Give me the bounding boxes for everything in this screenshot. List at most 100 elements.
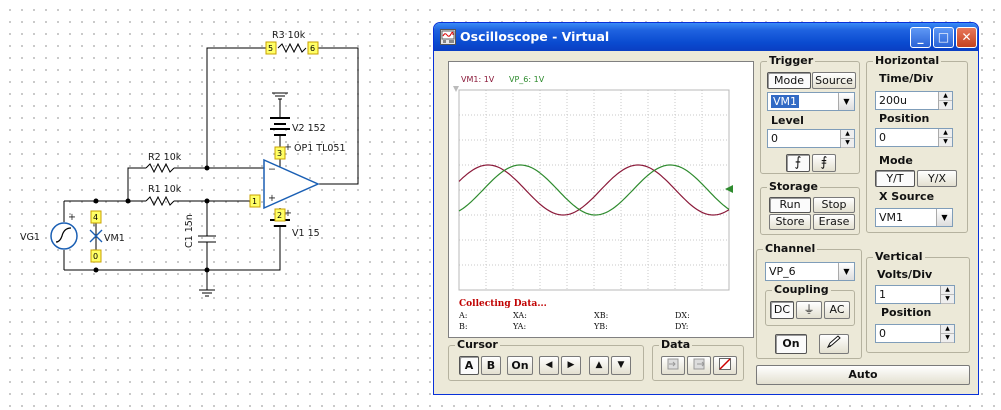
- v-position-input[interactable]: 0 ▲ ▼: [875, 324, 955, 343]
- cursor-right-button[interactable]: ▶: [561, 356, 581, 375]
- scope-screen[interactable]: VM1: 1V VP_6: 1V Collecting Data... A: B…: [448, 61, 754, 338]
- channel-select[interactable]: VP_6 ▼: [765, 262, 855, 281]
- label-r3: R3 10k: [272, 30, 306, 41]
- mode-yx-button[interactable]: Y/X: [917, 170, 957, 187]
- trigger-source-button[interactable]: Source: [812, 72, 856, 89]
- rising-edge-icon: ⨍: [794, 155, 802, 170]
- trigger-title: Trigger: [767, 54, 816, 67]
- trigger-falling-button[interactable]: ⨎: [812, 154, 836, 172]
- data-clear-button[interactable]: [713, 356, 737, 375]
- trigger-mode-button[interactable]: Mode: [767, 72, 811, 89]
- h-position-value: 0: [879, 131, 886, 144]
- cursor-left-button[interactable]: ◀: [539, 356, 559, 375]
- cursor-a-button[interactable]: A: [459, 356, 479, 375]
- legend-vm1: VM1: 1V: [461, 75, 495, 84]
- timediv-spinner[interactable]: ▲ ▼: [938, 92, 952, 110]
- readout-ya: YA:: [512, 322, 526, 331]
- falling-edge-icon: ⨎: [820, 155, 828, 170]
- trigger-marker-icon[interactable]: [453, 86, 459, 92]
- horizontal-title: Horizontal: [873, 54, 942, 67]
- data-import-button[interactable]: [661, 356, 685, 375]
- coupling-gnd-button[interactable]: ⏚: [796, 301, 822, 319]
- cursor-b-button[interactable]: B: [481, 356, 501, 375]
- v-position-spinner[interactable]: ▲ ▼: [940, 325, 954, 343]
- trigger-level-input[interactable]: 0 ▲ ▼: [767, 129, 855, 148]
- close-button[interactable]: ✕: [956, 27, 977, 48]
- data-export-button[interactable]: [687, 356, 711, 375]
- voltsdiv-input[interactable]: 1 ▲ ▼: [875, 285, 955, 304]
- cursor-down-button[interactable]: ▼: [611, 356, 631, 375]
- cursor-group: Cursor A B On ◀ ▶ ▲ ▼: [448, 338, 644, 381]
- pin-4: 4: [93, 213, 98, 222]
- run-button[interactable]: Run: [769, 197, 811, 213]
- pin-6: 6: [310, 44, 315, 53]
- channel-color-button[interactable]: [819, 334, 849, 354]
- voltsdiv-spinner[interactable]: ▲ ▼: [940, 286, 954, 304]
- pin-2: 2: [277, 211, 282, 220]
- xsource-select[interactable]: VM1 ▼: [875, 208, 953, 227]
- arrow-down-icon: ▼: [617, 360, 625, 370]
- storage-title: Storage: [767, 180, 820, 193]
- timediv-input[interactable]: 200u ▲ ▼: [875, 91, 953, 110]
- voltsdiv-value: 1: [879, 288, 886, 301]
- stop-button[interactable]: Stop: [813, 197, 855, 213]
- store-button[interactable]: Store: [769, 214, 811, 230]
- trigger-source-select[interactable]: VM1 ▼: [767, 92, 855, 111]
- channel-on-button[interactable]: On: [775, 334, 807, 354]
- timediv-label: Time/Div: [879, 72, 934, 85]
- erase-button[interactable]: Erase: [813, 214, 855, 230]
- mode-yt-button[interactable]: Y/T: [875, 170, 915, 187]
- xsource-label: X Source: [879, 190, 935, 203]
- trigger-level-spinner[interactable]: ▲ ▼: [840, 130, 854, 148]
- spin-up-icon: ▲: [939, 129, 952, 138]
- coupling-dc-button[interactable]: DC: [770, 301, 794, 319]
- xsource-value: VM1: [879, 211, 904, 224]
- h-position-input[interactable]: 0 ▲ ▼: [875, 128, 953, 147]
- trigger-group: Trigger Mode Source VM1 ▼ Level 0 ▲ ▼ ⨍ ⨎: [760, 54, 860, 174]
- maximize-button[interactable]: □: [933, 27, 954, 48]
- label-op1: OP1 TL051: [294, 143, 346, 154]
- chevron-down-icon[interactable]: ▼: [838, 263, 854, 280]
- pin-1: 1: [252, 197, 257, 206]
- minimize-button[interactable]: _: [910, 27, 931, 48]
- readout-xb: XB:: [594, 311, 608, 320]
- svg-text:−: −: [268, 164, 276, 175]
- voltsdiv-label: Volts/Div: [877, 268, 933, 281]
- v-position-label: Position: [881, 306, 932, 319]
- chevron-down-icon[interactable]: ▼: [838, 93, 854, 110]
- readout-a: A:: [458, 311, 467, 320]
- legend-vp6: VP_6: 1V: [509, 75, 545, 84]
- cursor-up-button[interactable]: ▲: [589, 356, 609, 375]
- h-position-spinner[interactable]: ▲ ▼: [938, 129, 952, 147]
- spin-up-icon: ▲: [841, 130, 854, 139]
- readout-b: B:: [459, 322, 468, 331]
- export-icon: [693, 358, 705, 370]
- cursor-on-button[interactable]: On: [507, 356, 533, 375]
- trigger-source-value: VM1: [771, 95, 800, 108]
- spin-down-icon: ▼: [941, 295, 954, 304]
- storage-group: Storage Run Stop Store Erase: [760, 180, 860, 235]
- spin-down-icon: ▼: [939, 138, 952, 147]
- channel-value: VP_6: [769, 265, 796, 278]
- trigger-rising-button[interactable]: ⨍: [786, 154, 810, 172]
- svg-text:+: +: [268, 193, 276, 204]
- coupling-ac-button[interactable]: AC: [824, 301, 850, 319]
- label-vm1: VM1: [104, 233, 125, 244]
- chevron-down-icon[interactable]: ▼: [936, 209, 952, 226]
- vertical-group: Vertical Volts/Div 1 ▲ ▼ Position 0 ▲ ▼: [866, 250, 970, 353]
- spin-up-icon: ▲: [939, 92, 952, 101]
- spin-down-icon: ▼: [841, 139, 854, 148]
- h-mode-label: Mode: [879, 154, 913, 167]
- label-vg1: VG1: [20, 232, 40, 243]
- h-position-label: Position: [879, 112, 930, 125]
- title-bar[interactable]: Oscilloscope - Virtual _ □ ✕: [434, 23, 978, 51]
- spin-down-icon: ▼: [939, 101, 952, 110]
- label-v2: V2 152: [292, 123, 326, 134]
- auto-button[interactable]: Auto: [756, 365, 970, 385]
- pen-icon: [826, 335, 841, 349]
- readout-xa: XA:: [513, 311, 527, 320]
- minimize-icon: _: [917, 30, 924, 44]
- horizontal-group: Horizontal Time/Div 200u ▲ ▼ Position 0 ▲…: [866, 54, 968, 233]
- spin-up-icon: ▲: [941, 325, 954, 334]
- spin-up-icon: ▲: [941, 286, 954, 295]
